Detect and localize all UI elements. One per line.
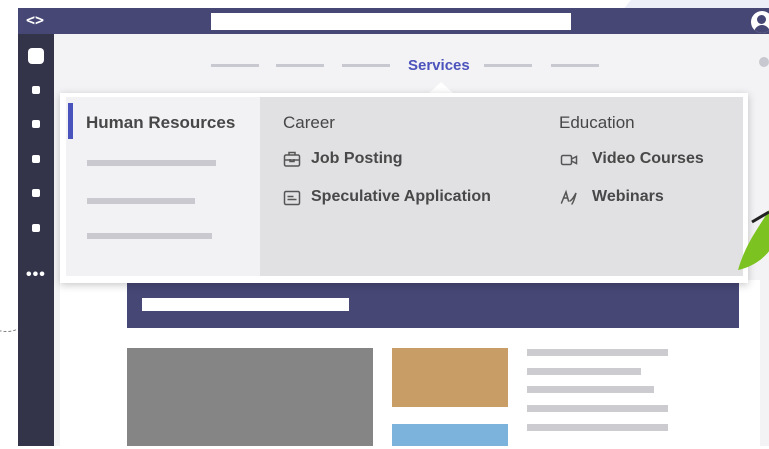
left-rail <box>18 34 54 446</box>
avatar-body-shape <box>754 25 769 33</box>
nav-item-placeholder-2[interactable] <box>276 64 324 67</box>
text-line-placeholder <box>527 368 641 375</box>
nav-item-services[interactable]: Services <box>408 56 470 76</box>
nav-item-placeholder-5[interactable] <box>551 64 599 67</box>
image-placeholder-grey <box>127 348 373 446</box>
video-camera-icon <box>560 151 578 169</box>
code-brackets-icon[interactable]: <> <box>26 10 50 30</box>
banner-title-placeholder <box>142 298 349 311</box>
id-card-icon <box>283 189 301 207</box>
menu-item-webinars[interactable]: Webinars <box>592 186 664 208</box>
menu-item-video-courses[interactable]: Video Courses <box>592 148 704 170</box>
nav-dot[interactable] <box>759 57 769 67</box>
menu-item-job-posting[interactable]: Job Posting <box>311 148 403 170</box>
career-heading: Career <box>283 113 335 132</box>
nav-item-placeholder-3[interactable] <box>342 64 390 67</box>
text-line-placeholder <box>527 386 654 393</box>
rail-item-2[interactable] <box>32 120 40 128</box>
text-line-placeholder <box>527 405 668 412</box>
image-placeholder-blue <box>392 424 508 446</box>
menu-item-placeholder-3[interactable] <box>87 233 212 239</box>
menu-item-placeholder-1[interactable] <box>87 160 216 166</box>
avatar[interactable] <box>751 11 769 33</box>
more-icon[interactable]: ••• <box>26 267 48 283</box>
menu-item-placeholder-2[interactable] <box>87 198 195 204</box>
rail-item-3[interactable] <box>32 155 40 163</box>
search-bar[interactable] <box>211 13 571 30</box>
education-heading: Education <box>559 113 635 132</box>
rail-item-4[interactable] <box>32 189 40 197</box>
rail-item-5[interactable] <box>32 224 40 232</box>
active-indicator <box>68 103 73 139</box>
briefcase-icon <box>283 150 301 168</box>
rail-item-1[interactable] <box>32 86 40 94</box>
text-line-placeholder <box>527 349 668 356</box>
nav-item-placeholder-1[interactable] <box>211 64 259 67</box>
menu-item-human-resources[interactable]: Human Resources <box>86 112 235 134</box>
rail-app-icon[interactable] <box>28 48 44 64</box>
avatar-head-shape <box>757 15 766 24</box>
leaf-decoration <box>738 210 769 280</box>
menu-item-speculative-application[interactable]: Speculative Application <box>311 186 491 208</box>
signature-icon <box>560 189 578 207</box>
image-placeholder-tan <box>392 348 508 407</box>
nav-item-placeholder-4[interactable] <box>484 64 532 67</box>
text-line-placeholder <box>527 424 668 431</box>
